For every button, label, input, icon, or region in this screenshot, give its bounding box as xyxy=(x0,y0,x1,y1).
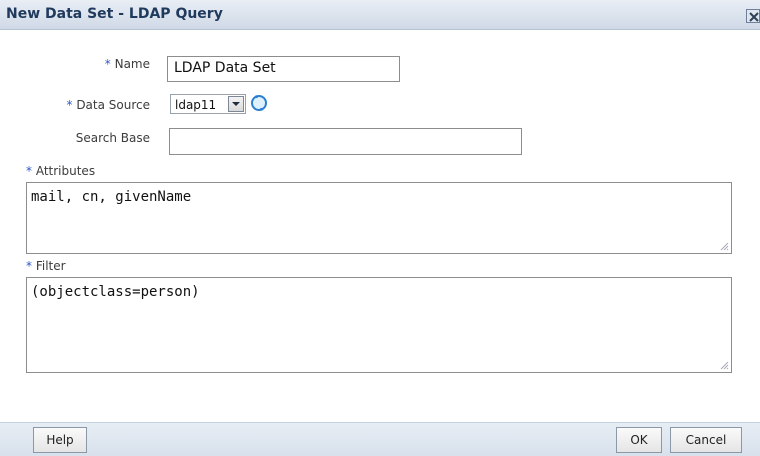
close-button[interactable] xyxy=(746,9,760,23)
attributes-textarea[interactable]: mail, cn, givenName xyxy=(26,182,732,254)
attributes-text: mail, cn, givenName xyxy=(31,189,192,205)
attributes-label: * Attributes xyxy=(26,164,95,178)
resize-grip-icon[interactable] xyxy=(719,360,729,370)
data-source-selected-value: ldap11 xyxy=(175,98,217,112)
chevron-down-icon xyxy=(232,102,240,106)
filter-label: * Filter xyxy=(26,259,66,273)
name-input[interactable]: LDAP Data Set xyxy=(167,56,400,82)
refresh-button[interactable] xyxy=(248,92,270,114)
close-icon xyxy=(749,12,759,22)
dialog-title: New Data Set - LDAP Query xyxy=(6,6,223,22)
filter-textarea[interactable]: (objectclass=person) xyxy=(26,277,732,373)
data-source-select[interactable]: ldap11 xyxy=(170,94,246,114)
filter-label-text: Filter xyxy=(35,259,66,273)
dropdown-button[interactable] xyxy=(228,96,244,112)
attributes-label-text: Attributes xyxy=(35,164,96,178)
name-label: * Name xyxy=(60,57,150,71)
required-asterisk: * xyxy=(26,259,32,273)
required-asterisk: * xyxy=(104,57,111,71)
required-asterisk: * xyxy=(26,164,32,178)
resize-grip-icon[interactable] xyxy=(719,241,729,251)
refresh-icon xyxy=(251,95,267,111)
data-source-label-text: Data Source xyxy=(76,98,150,112)
ok-button[interactable]: OK xyxy=(616,427,662,453)
search-base-input[interactable] xyxy=(169,128,522,155)
dialog-titlebar: New Data Set - LDAP Query xyxy=(0,0,760,30)
dialog-footer: Help OK Cancel xyxy=(0,422,760,456)
cancel-button[interactable]: Cancel xyxy=(670,427,742,453)
name-label-text: Name xyxy=(114,57,150,71)
help-button[interactable]: Help xyxy=(33,427,87,453)
search-base-label: Search Base xyxy=(75,131,150,145)
filter-text: (objectclass=person) xyxy=(31,284,200,300)
required-asterisk: * xyxy=(66,98,73,112)
data-source-label: * Data Source xyxy=(40,98,150,112)
